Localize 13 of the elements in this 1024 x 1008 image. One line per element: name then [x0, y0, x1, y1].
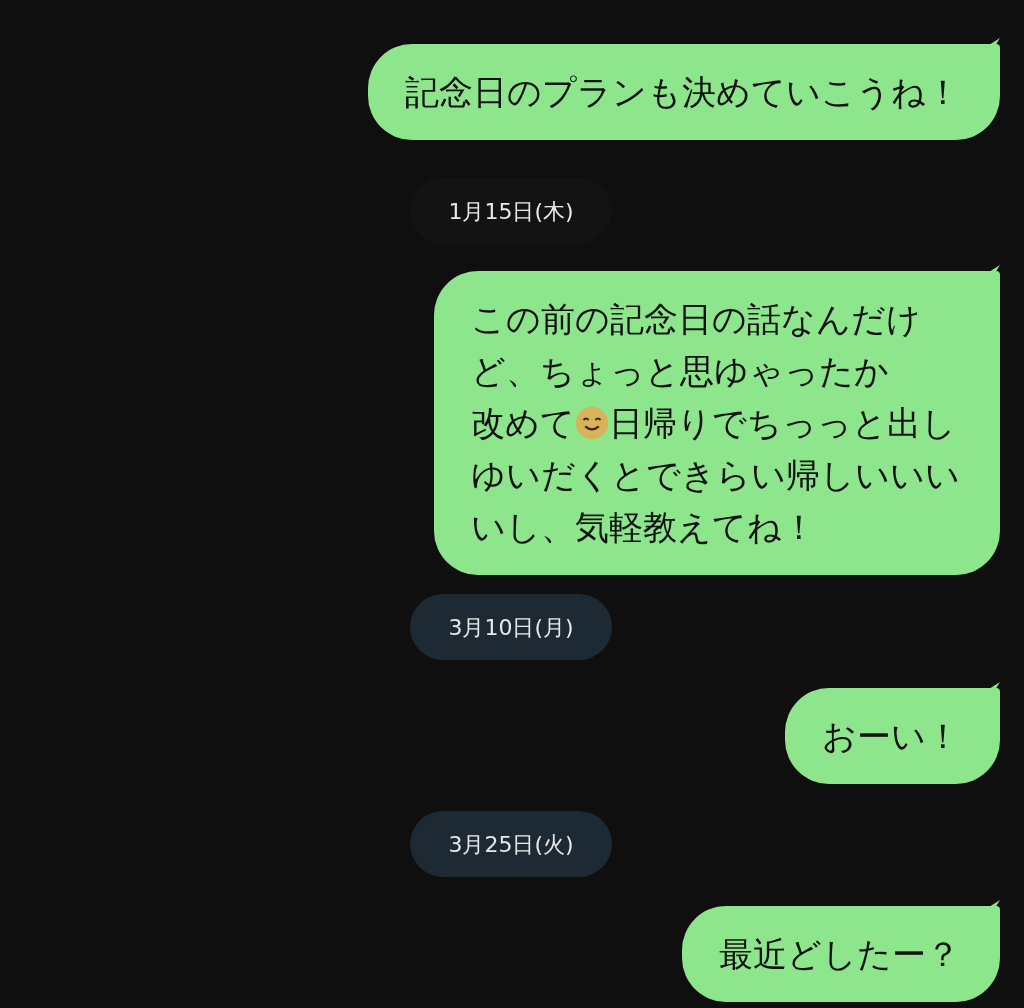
message-text: 改めて	[471, 403, 575, 443]
date-label: 3月10日(月)	[410, 594, 612, 660]
message-text: この前の記念日の話なんだけ	[471, 299, 921, 339]
message-text: 最近どしたー？	[719, 934, 960, 974]
message-text: いし、気軽教えてね！	[471, 507, 816, 547]
message-text: 記念日のプランも決めていこうね！	[405, 72, 960, 112]
date-label: 3月25日(火)	[410, 811, 612, 877]
message-text: 日帰りでちっっと出し	[609, 403, 956, 443]
message-text: ど、ちょっと思ゆゃったか	[471, 351, 889, 391]
date-label: 1月15日(木)	[410, 178, 612, 244]
message-text: おーい！	[822, 716, 960, 756]
message-text: ゆいだくとできらい帰しいいい	[471, 455, 960, 495]
smile-icon	[575, 405, 609, 440]
